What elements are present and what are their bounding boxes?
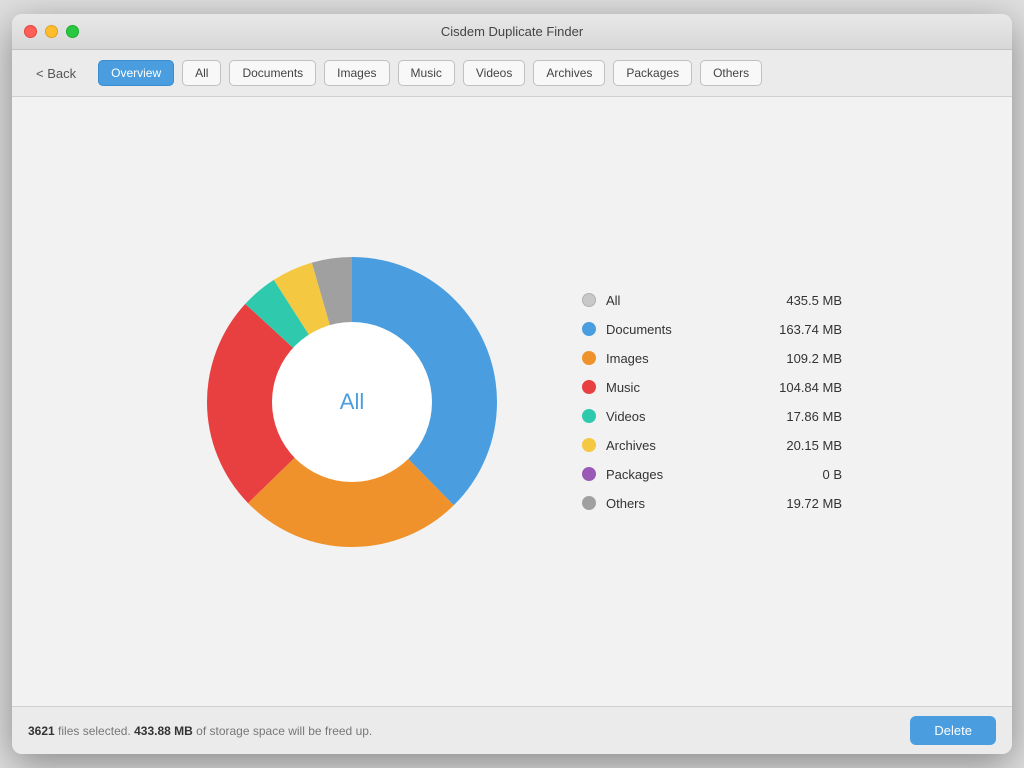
legend-value-archives: 20.15 MB: [762, 438, 842, 453]
tab-packages[interactable]: Packages: [613, 60, 692, 86]
legend-label-videos: Videos: [606, 409, 752, 424]
legend-item-archives: Archives 20.15 MB: [582, 438, 842, 453]
tab-overview[interactable]: Overview: [98, 60, 174, 86]
legend-label-music: Music: [606, 380, 752, 395]
chart-container: All: [182, 232, 522, 572]
legend-value-music: 104.84 MB: [762, 380, 842, 395]
legend-item-others: Others 19.72 MB: [582, 496, 842, 511]
back-button[interactable]: < Back: [28, 62, 84, 85]
legend-item-packages: Packages 0 B: [582, 467, 842, 482]
legend-item-documents: Documents 163.74 MB: [582, 322, 842, 337]
legend-dot-images: [582, 351, 596, 365]
legend-value-documents: 163.74 MB: [762, 322, 842, 337]
legend-label-packages: Packages: [606, 467, 752, 482]
legend-item-videos: Videos 17.86 MB: [582, 409, 842, 424]
tab-images[interactable]: Images: [324, 60, 389, 86]
delete-button[interactable]: Delete: [910, 716, 996, 745]
legend-dot-archives: [582, 438, 596, 452]
titlebar: Cisdem Duplicate Finder: [12, 14, 1012, 50]
legend-item-images: Images 109.2 MB: [582, 351, 842, 366]
legend-dot-all: [582, 293, 596, 307]
legend-dot-documents: [582, 322, 596, 336]
files-label: files selected.: [58, 724, 131, 738]
legend-value-images: 109.2 MB: [762, 351, 842, 366]
legend-item-music: Music 104.84 MB: [582, 380, 842, 395]
tab-archives[interactable]: Archives: [533, 60, 605, 86]
storage-amount: 433.88 MB: [134, 724, 196, 738]
legend-dot-others: [582, 496, 596, 510]
legend-label-documents: Documents: [606, 322, 752, 337]
tab-videos[interactable]: Videos: [463, 60, 525, 86]
close-button[interactable]: [24, 25, 37, 38]
status-message: 3621 files selected. 433.88 MB of storag…: [28, 724, 372, 738]
tab-music[interactable]: Music: [398, 60, 455, 86]
legend-item-all: All 435.5 MB: [582, 293, 842, 308]
legend-label-all: All: [606, 293, 752, 308]
legend-value-others: 19.72 MB: [762, 496, 842, 511]
legend-dot-music: [582, 380, 596, 394]
legend-label-images: Images: [606, 351, 752, 366]
tab-all[interactable]: All: [182, 60, 221, 86]
legend-value-all: 435.5 MB: [762, 293, 842, 308]
legend-label-archives: Archives: [606, 438, 752, 453]
statusbar: 3621 files selected. 433.88 MB of storag…: [12, 706, 1012, 754]
storage-label: of storage space will be freed up.: [196, 724, 372, 738]
minimize-button[interactable]: [45, 25, 58, 38]
legend-dot-packages: [582, 467, 596, 481]
maximize-button[interactable]: [66, 25, 79, 38]
legend: All 435.5 MB Documents 163.74 MB Images …: [582, 293, 842, 511]
chart-center-label: All: [272, 322, 432, 482]
main-window: Cisdem Duplicate Finder < Back Overview …: [12, 14, 1012, 754]
legend-label-others: Others: [606, 496, 752, 511]
files-count: 3621: [28, 724, 55, 738]
main-content: All All 435.5 MB Documents 163.74 MB Ima…: [12, 97, 1012, 706]
window-title: Cisdem Duplicate Finder: [441, 24, 583, 39]
legend-dot-videos: [582, 409, 596, 423]
tab-others[interactable]: Others: [700, 60, 762, 86]
legend-value-packages: 0 B: [762, 467, 842, 482]
legend-value-videos: 17.86 MB: [762, 409, 842, 424]
window-controls: [24, 25, 79, 38]
tab-documents[interactable]: Documents: [229, 60, 316, 86]
toolbar: < Back Overview All Documents Images Mus…: [12, 50, 1012, 97]
